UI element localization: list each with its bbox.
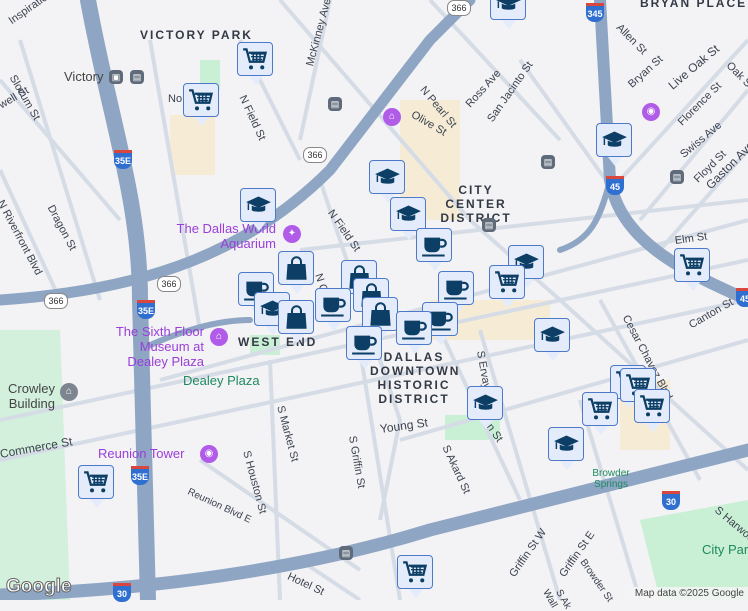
graduation-cap-icon — [553, 431, 580, 458]
train-icon[interactable]: ▤ — [670, 170, 684, 184]
aquarium-icon[interactable]: ✦ — [283, 225, 301, 243]
coffee-cup-icon — [421, 232, 448, 259]
poi-sixth-floor-label[interactable]: The Sixth Floor Museum at Dealey Plaza — [104, 324, 204, 369]
interstate-30-shield: 30 — [113, 583, 131, 602]
school-marker[interactable] — [240, 188, 276, 231]
school-marker[interactable] — [534, 318, 570, 361]
shopping-cart-marker[interactable] — [397, 555, 433, 598]
shopping-cart-marker[interactable] — [489, 265, 525, 308]
shopping-cart-marker[interactable] — [674, 248, 710, 291]
camera-icon[interactable]: ◉ — [200, 445, 218, 463]
poi-crowley-label[interactable]: Crowley Building — [0, 381, 55, 411]
district-bryan-place: BRYAN PLACE — [640, 0, 748, 10]
highway-366-shield: 366 — [157, 276, 181, 292]
highway-366 — [0, 0, 476, 306]
graduation-cap-icon — [472, 390, 499, 417]
shopping-cart-icon — [494, 269, 521, 296]
coffee-cup-icon — [351, 330, 378, 357]
interstate-345-shield: 345 — [586, 3, 604, 22]
interstate-45-shield: 45 — [606, 176, 624, 195]
school-marker[interactable] — [369, 160, 405, 203]
graduation-cap-icon — [495, 0, 522, 17]
poi-dealey-label[interactable]: Dealey Plaza — [183, 373, 260, 388]
cafe-marker[interactable] — [346, 326, 382, 369]
shopping-cart-icon — [402, 559, 429, 586]
interstate-30-shield: 30 — [662, 491, 680, 510]
google-logo: Google — [5, 576, 72, 598]
map-attribution[interactable]: Map data ©2025 Google — [630, 587, 748, 600]
train-icon[interactable]: ▤ — [541, 155, 555, 169]
school-marker[interactable] — [467, 386, 503, 429]
museum-icon[interactable]: ⌂ — [383, 108, 401, 126]
museum-icon[interactable]: ⌂ — [210, 328, 228, 346]
poi-city-park-label[interactable]: City Park — [702, 542, 748, 557]
shopping-cart-icon — [188, 87, 215, 114]
school-marker[interactable] — [548, 427, 584, 470]
coffee-cup-icon — [443, 275, 470, 302]
shopping-bag-marker[interactable] — [278, 300, 314, 343]
shopping-cart-marker[interactable] — [634, 389, 670, 432]
shopping-bag-icon — [283, 255, 310, 282]
coffee-cup-icon — [401, 315, 428, 342]
train-icon[interactable]: ▤ — [339, 546, 353, 560]
graduation-cap-icon — [539, 322, 566, 349]
camera-icon[interactable]: ◉ — [642, 103, 660, 121]
shopping-cart-icon — [679, 252, 706, 279]
shopping-cart-icon — [639, 393, 666, 420]
shopping-cart-icon — [83, 469, 110, 496]
poi-victory-label[interactable]: Victory — [64, 69, 104, 84]
shopping-cart-icon — [587, 396, 614, 423]
shopping-cart-marker[interactable] — [78, 465, 114, 508]
highway-366-shield: 366 — [44, 293, 68, 309]
shopping-bag-marker[interactable] — [278, 251, 314, 294]
district-victory-park: VICTORY PARK — [140, 28, 253, 42]
school-marker[interactable] — [596, 123, 632, 166]
landmark-icon[interactable]: ⌂ — [60, 383, 78, 401]
train-icon[interactable]: ▤ — [130, 70, 144, 84]
graduation-cap-icon — [395, 201, 422, 228]
cafe-marker[interactable] — [416, 228, 452, 271]
school-marker[interactable] — [390, 197, 426, 240]
train-icon[interactable]: ▤ — [328, 97, 342, 111]
street-label: No — [168, 93, 183, 105]
district-historic: DALLAS DOWNTOWN HISTORIC DISTRICT — [370, 350, 461, 406]
graduation-cap-icon — [245, 192, 272, 219]
cafe-marker[interactable] — [315, 288, 351, 331]
district-west-end: WEST END — [238, 335, 318, 349]
shopping-bag-icon — [283, 304, 310, 331]
coffee-cup-icon — [320, 292, 347, 319]
interstate-45-shield: 45 — [736, 288, 748, 307]
interstate-35e-shield: 35E — [114, 150, 132, 169]
shopping-cart-marker[interactable] — [582, 392, 618, 435]
school-marker[interactable] — [490, 0, 526, 29]
graduation-cap-icon — [374, 164, 401, 191]
poi-reunion-label[interactable]: Reunion Tower — [98, 446, 184, 461]
graduation-cap-icon — [601, 127, 628, 154]
poi-browder-label[interactable]: Browder Springs — [585, 468, 637, 490]
cafe-marker[interactable] — [438, 271, 474, 314]
shopping-cart-marker[interactable] — [237, 42, 273, 85]
cafe-marker[interactable] — [396, 311, 432, 354]
highway-366-shield: 366 — [303, 147, 327, 163]
district-city-center: CITY CENTER DISTRICT — [440, 183, 512, 225]
highway-366-shield: 366 — [447, 0, 471, 16]
bus-icon[interactable]: ▣ — [109, 70, 123, 84]
interstate-35e-shield: 35E — [131, 466, 149, 485]
shopping-cart-marker[interactable] — [183, 83, 219, 126]
shopping-bag-icon — [367, 301, 394, 328]
shopping-cart-icon — [242, 46, 269, 73]
train-icon[interactable]: ▤ — [482, 218, 496, 232]
interstate-35e-shield: 35E — [137, 300, 155, 319]
